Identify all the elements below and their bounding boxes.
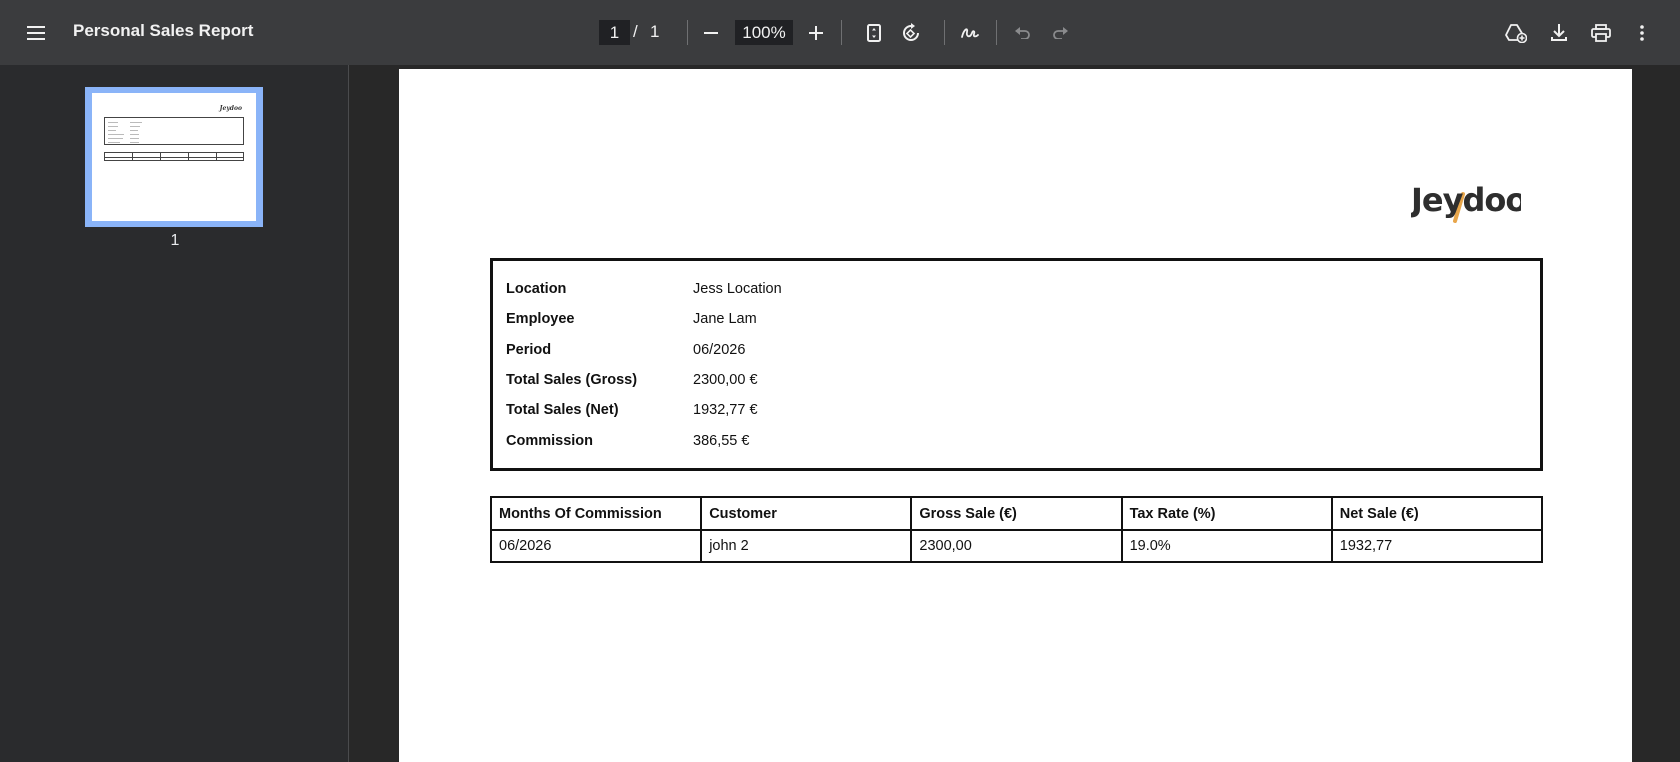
pdf-page: Jeydoo Location Jess Location Employee J… xyxy=(399,69,1632,762)
plus-icon xyxy=(809,26,823,40)
document-viewer[interactable]: Jeydoo Location Jess Location Employee J… xyxy=(350,65,1680,762)
minus-icon xyxy=(704,32,718,34)
info-label: Total Sales (Net) xyxy=(506,402,619,418)
table-cell: 1932,77 xyxy=(1330,529,1544,563)
thumbnail-info-box xyxy=(104,117,244,145)
info-label: Employee xyxy=(506,311,575,327)
thumbnail-page-preview: Jeydoo xyxy=(92,93,256,221)
page-thumbnail[interactable]: Jeydoo xyxy=(85,87,263,227)
fit-page-icon xyxy=(867,24,881,42)
thumbnail-page-number: 1 xyxy=(170,232,180,249)
toolbar-divider xyxy=(687,20,688,45)
info-value: 1932,77 € xyxy=(693,402,758,418)
print-button[interactable] xyxy=(1583,15,1619,51)
pdf-toolbar: Personal Sales Report 1 / 1 100% xyxy=(0,0,1680,65)
more-options-button[interactable] xyxy=(1624,15,1660,51)
logo-text: Jeydoo xyxy=(1411,181,1521,219)
download-button[interactable] xyxy=(1541,15,1577,51)
download-icon xyxy=(1551,24,1567,41)
table-cell: 19.0% xyxy=(1120,529,1333,563)
table-header-row: Months Of Commission Customer Gross Sale… xyxy=(489,496,1544,531)
print-icon xyxy=(1591,24,1611,42)
info-label: Period xyxy=(506,342,552,358)
table-cell: 2300,00 xyxy=(910,529,1123,563)
column-header: Customer xyxy=(700,496,913,531)
annotate-button[interactable] xyxy=(952,15,988,51)
info-value: 2300,00 € xyxy=(693,372,758,388)
info-value: Jess Location xyxy=(693,281,782,297)
fit-page-button[interactable] xyxy=(856,15,892,51)
info-value: Jane Lam xyxy=(693,311,757,327)
report-summary-box: Location Jess Location Employee Jane Lam… xyxy=(490,258,1543,471)
company-logo: Jeydoo xyxy=(1411,175,1521,223)
rotate-icon xyxy=(903,23,919,41)
zoom-out-button[interactable] xyxy=(693,15,729,51)
page-number-input[interactable]: 1 xyxy=(599,20,630,45)
info-label: Location xyxy=(506,281,567,297)
drive-add-icon xyxy=(1505,24,1527,43)
table-cell: 06/2026 xyxy=(489,529,703,563)
redo-button[interactable] xyxy=(1042,15,1078,51)
column-header: Net Sale (€) xyxy=(1330,496,1544,531)
info-label: Total Sales (Gross) xyxy=(506,372,638,388)
save-to-drive-button[interactable] xyxy=(1498,15,1534,51)
zoom-level-input[interactable]: 100% xyxy=(735,20,793,45)
more-vertical-icon xyxy=(1640,25,1644,41)
page-separator: / xyxy=(633,22,638,41)
signature-icon xyxy=(961,28,979,38)
hamburger-menu-icon[interactable] xyxy=(18,15,54,51)
page-total: 1 xyxy=(650,22,660,41)
zoom-in-button[interactable] xyxy=(798,15,834,51)
commission-table: Months Of Commission Customer Gross Sale… xyxy=(489,496,1544,563)
redo-icon xyxy=(1053,27,1068,39)
info-value: 386,55 € xyxy=(693,433,750,449)
rotate-button[interactable] xyxy=(893,15,929,51)
document-title: Personal Sales Report xyxy=(73,21,254,40)
thumbnail-sidebar: Jeydoo 1 xyxy=(0,65,349,762)
column-header: Gross Sale (€) xyxy=(910,496,1123,531)
toolbar-divider xyxy=(944,20,945,45)
undo-icon xyxy=(1015,27,1030,39)
thumbnail-table xyxy=(104,152,244,161)
toolbar-divider xyxy=(841,20,842,45)
thumbnail-logo: Jeydoo xyxy=(219,105,242,112)
toolbar-divider xyxy=(996,20,997,45)
info-label: Commission xyxy=(506,433,594,449)
info-value: 06/2026 xyxy=(693,342,746,358)
table-cell: john 2 xyxy=(700,529,913,563)
column-header: Tax Rate (%) xyxy=(1120,496,1333,531)
column-header: Months Of Commission xyxy=(489,496,703,531)
table-row: 06/2026 john 2 2300,00 19.0% 1932,77 xyxy=(489,529,1544,563)
undo-button[interactable] xyxy=(1005,15,1041,51)
